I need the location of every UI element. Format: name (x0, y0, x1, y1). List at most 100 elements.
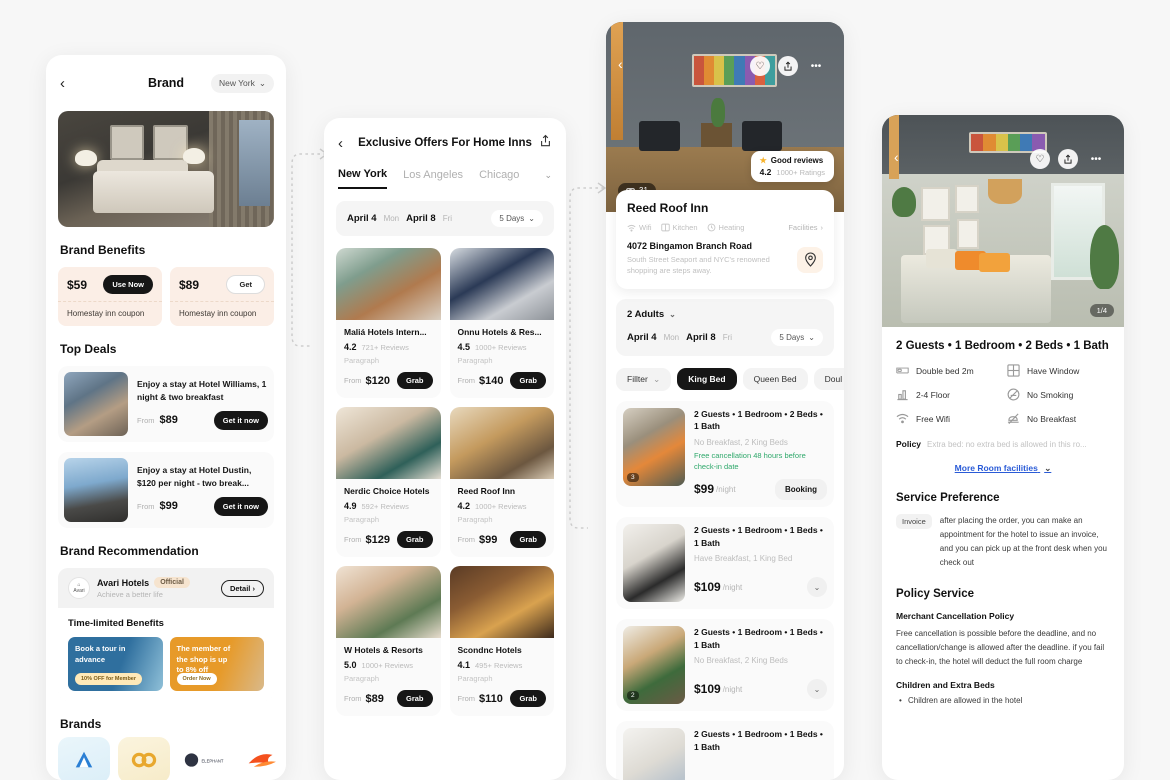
tabs-expand-icon[interactable]: ⌄ (544, 170, 552, 188)
expand-room-icon[interactable]: ⌄ (807, 577, 827, 598)
nights-selector[interactable]: 5 Days ⌄ (771, 328, 823, 346)
coupon-label: Homestay inn coupon (179, 309, 257, 318)
official-badge: Official (154, 577, 190, 588)
back-icon[interactable]: ‹ (618, 56, 623, 72)
review-chip[interactable]: ★ Good reviews 4.2 1000+ Ratings (750, 151, 834, 182)
share-icon[interactable] (539, 134, 552, 153)
promo-card[interactable]: The member of the shop is up to 8% off O… (169, 637, 264, 691)
hero-art-1 (109, 124, 145, 160)
back-icon[interactable]: ‹ (338, 135, 343, 152)
room-row[interactable]: 2 Guests • 1 Bedroom • 1 Beds • 1 Bath (616, 720, 834, 780)
expand-room-icon[interactable]: ⌄ (807, 679, 827, 700)
from-label: From (457, 694, 476, 703)
brand-tile[interactable] (118, 737, 170, 780)
map-pin-icon[interactable] (797, 246, 823, 273)
tab-los-angeles[interactable]: Los Angeles (403, 169, 463, 188)
promo-badge: 10% OFF for Member (75, 673, 143, 685)
tab-chicago[interactable]: Chicago (479, 169, 519, 188)
hotel-rating: 4.2 (344, 342, 357, 352)
floor-plant (1090, 225, 1120, 289)
hotel-price: $89 (365, 692, 384, 705)
checkin-weekday: Mon (663, 332, 680, 342)
grab-button[interactable]: Grab (510, 690, 546, 707)
brand-tile[interactable]: ELEPHANT (178, 737, 230, 780)
from-label: From (137, 415, 155, 425)
city-label: New York (218, 78, 255, 88)
chip-queen-bed[interactable]: Queen Bed (742, 368, 808, 390)
grab-button[interactable]: Grab (510, 372, 546, 389)
hotel-name: Onnu Hotels & Res... (457, 327, 542, 337)
room-row[interactable]: 2 Guests • 1 Bedroom • 1 Beds • 1 Bath H… (616, 516, 834, 609)
hotel-rating: 5.0 (344, 660, 357, 670)
room-row[interactable]: 3 2 Guests • 1 Bedroom • 2 Beds • 1 Bath… (616, 400, 834, 507)
from-label: From (344, 535, 362, 544)
promo-row: Book a tour in advance 10% OFF for Membe… (68, 637, 264, 691)
coupon-row: $59 Use Now Homestay inn coupon $89 Get … (46, 267, 286, 326)
hotel-card[interactable]: W Hotels & Resorts 5.0 1000+ Reviews Para… (336, 566, 441, 716)
grab-button[interactable]: Grab (396, 531, 433, 548)
hotel-paragraph: Paragraph (457, 674, 493, 683)
use-now-button[interactable]: Use Now (103, 275, 153, 294)
grab-button[interactable]: Grab (510, 531, 546, 548)
facilities-row: Wifi Kitchen Heating Facilities › (627, 223, 823, 232)
room-price-unit: /night (716, 484, 736, 494)
facilities-more-button[interactable]: Facilities › (788, 223, 823, 232)
guest-selector[interactable]: 2 Adults ⌄ (627, 309, 823, 320)
chip-king-bed[interactable]: King Bed (677, 368, 737, 390)
pillow-3 (978, 252, 1011, 272)
share-icon[interactable] (1058, 149, 1078, 169)
hotel-card[interactable]: Nerdic Choice Hotels 4.9 592+ Reviews Par… (336, 407, 441, 557)
deal-text: Enjoy a stay at Hotel Dustin, $120 per n… (137, 465, 252, 488)
back-icon[interactable]: ‹ (60, 75, 65, 92)
coupon-card[interactable]: $59 Use Now Homestay inn coupon (58, 267, 162, 326)
page-indicator: 1/4 (1089, 304, 1114, 317)
more-room-facilities-link[interactable]: More Room facilities ⌄ (882, 463, 1124, 474)
coupon-card[interactable]: $89 Get Homestay inn coupon (170, 267, 274, 326)
checkout-weekday: Fri (442, 214, 453, 223)
deal-row[interactable]: Enjoy a stay at Hotel Williams, 1 night … (58, 366, 274, 442)
share-icon[interactable] (778, 56, 798, 76)
hotel-card[interactable]: Reed Roof Inn 4.2 1000+ Reviews Paragraph… (449, 407, 554, 557)
chevron-down-icon: ⌄ (669, 309, 676, 319)
connector-offers-to-inn (569, 182, 607, 529)
deal-thumbnail (64, 372, 128, 436)
feature-label: No Smoking (1027, 389, 1074, 400)
booking-button[interactable]: Booking (775, 478, 827, 500)
brand-tile[interactable] (238, 737, 286, 780)
brand-tile[interactable] (58, 737, 110, 780)
hotel-card[interactable]: Onnu Hotels & Res... 4.5 1000+ Reviews Pa… (449, 248, 554, 398)
room-cancellation: Free cancellation 48 hours before check-… (694, 451, 806, 471)
ellipsis-icon[interactable]: ••• (1086, 149, 1106, 169)
chevron-down-icon: ⌄ (528, 214, 535, 223)
chevron-right-icon: › (820, 223, 824, 232)
filter-button[interactable]: Fillter ⌄ (616, 367, 672, 391)
get-it-now-button[interactable]: Get it now (213, 496, 268, 516)
tab-new-york[interactable]: New York (338, 168, 388, 189)
brand-logo-text: Avari (73, 588, 85, 594)
date-range-selector[interactable]: April 4 Mon April 8 Fri 5 Days ⌄ (336, 201, 554, 236)
heart-icon[interactable]: ♡ (1030, 149, 1050, 169)
from-label: From (344, 694, 362, 703)
detail-button[interactable]: Detail › (220, 579, 264, 597)
feature-floor: 2-4 Floor (896, 388, 999, 401)
nights-selector[interactable]: 5 Days ⌄ (491, 210, 543, 227)
hotel-name: Maliá Hotels Intern... (344, 327, 427, 337)
no-breakfast-icon (1007, 413, 1019, 424)
ellipsis-icon[interactable]: ••• (806, 56, 826, 76)
hotel-card[interactable]: Scondnc Hotels 4.1 495+ Reviews Paragraph… (449, 566, 554, 716)
date-range-selector[interactable]: April 4 Mon April 8 Fri 5 Days ⌄ (627, 328, 823, 346)
grab-button[interactable]: Grab (396, 690, 433, 707)
city-selector[interactable]: New York ⌄ (210, 73, 274, 93)
policy-value: Extra bed: no extra bed is allowed in th… (927, 440, 1087, 449)
promo-card[interactable]: Book a tour in advance 10% OFF for Membe… (68, 637, 163, 691)
deal-row[interactable]: Enjoy a stay at Hotel Dustin, $120 per n… (58, 452, 274, 528)
brand-logo: ⌂ Avari (68, 577, 90, 599)
room-row[interactable]: 2 2 Guests • 1 Bedroom • 1 Beds • 1 Bath… (616, 618, 834, 711)
get-it-now-button[interactable]: Get it now (213, 410, 268, 430)
back-icon[interactable]: ‹ (894, 149, 899, 165)
get-button[interactable]: Get (226, 275, 265, 294)
heart-icon[interactable]: ♡ (750, 56, 770, 76)
grab-button[interactable]: Grab (396, 372, 433, 389)
chip-double-bed[interactable]: Doul (813, 368, 844, 390)
hotel-card[interactable]: Maliá Hotels Intern... 4.2 721+ Reviews P… (336, 248, 441, 398)
